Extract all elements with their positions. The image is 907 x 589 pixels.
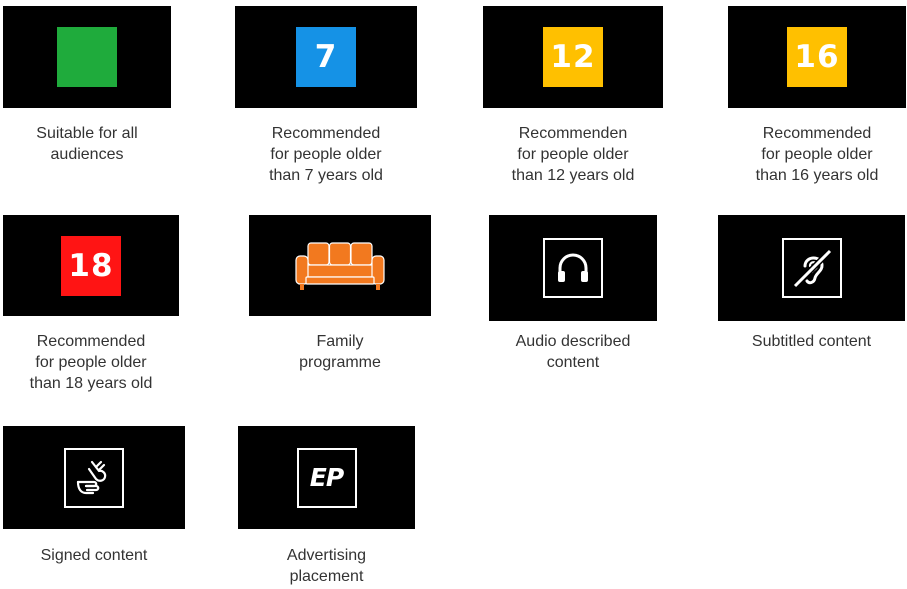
green-square-icon (57, 27, 117, 87)
rating-18-icon: 18 (61, 235, 121, 296)
tile-caption: Signed content (40, 547, 148, 564)
sign-language-icon (76, 460, 107, 494)
rating-7-icon: 7 (296, 27, 356, 87)
thumbnail (3, 426, 185, 529)
thumbnail (3, 6, 171, 108)
tile-caption: Family programme (299, 333, 381, 371)
thumbnail: 12 (483, 6, 663, 108)
thumbnail: 16 (728, 6, 906, 108)
rating-16-icon: 16 (787, 27, 847, 87)
thumbnail: 7 (235, 6, 417, 108)
thumbnail (249, 215, 431, 316)
thumbnail (489, 215, 657, 321)
ear-frame (781, 238, 842, 298)
headphones-icon (558, 253, 588, 282)
ep-icon: EP (296, 447, 357, 508)
sign-language-frame (64, 447, 124, 508)
tile-caption: Recommended for people older than 16 yea… (755, 125, 879, 184)
rating-12-icon: 12 (543, 27, 603, 87)
thumbnail: EP (238, 426, 415, 529)
tile-caption: Suitable for all audiences (36, 125, 138, 163)
tile-caption: Advertising placement (286, 547, 367, 585)
tile-caption: Recommended for people older than 7 year… (269, 125, 383, 184)
sofa-icon (295, 241, 385, 290)
tile-caption: Subtitled content (751, 333, 872, 350)
thumbnail: 18 (3, 215, 179, 316)
tile-caption: Recommended for people older than 18 yea… (29, 333, 153, 392)
thumbnail (718, 215, 905, 321)
tile-caption: Audio described content (515, 333, 631, 371)
ear-icon (792, 248, 832, 289)
headphones-frame (543, 238, 603, 298)
tile-caption: Recommenden for people older than 12 yea… (511, 125, 635, 184)
